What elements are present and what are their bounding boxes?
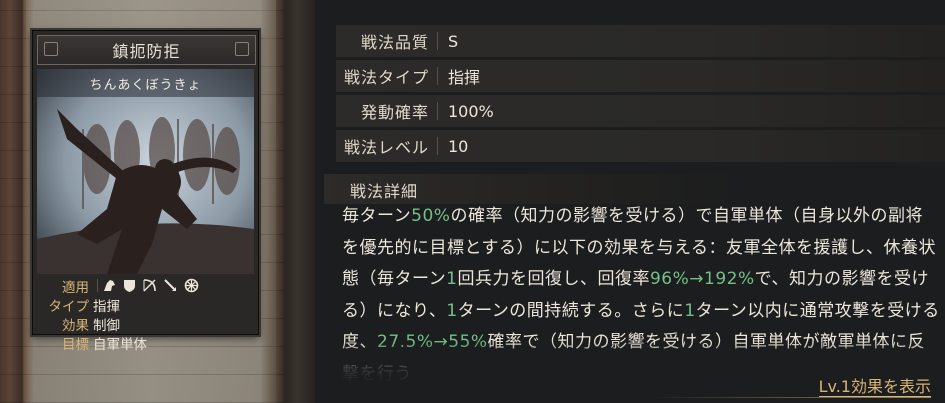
highlighted-value: 50%: [411, 206, 451, 226]
panel-divider: [285, 0, 315, 403]
stat-value: 100%: [448, 101, 494, 121]
stat-label: 戦法タイプ: [343, 68, 429, 87]
info-row-target: 目標 自軍単体: [37, 333, 254, 353]
highlighted-value: 1: [684, 300, 696, 321]
highlighted-value: 1: [446, 300, 458, 321]
info-row-type: タイプ 指揮: [37, 295, 254, 315]
detail-title: 戦法詳細: [350, 182, 419, 201]
card-info: 適用 タイプ 指揮 効果 制御 目標 自軍単体: [37, 276, 254, 353]
shield-icon: [124, 280, 135, 292]
type-value: 指揮: [93, 298, 120, 315]
card-reading: ちんあくぼうきょ: [37, 69, 254, 97]
stat-row-activation-rate: 発動確率 100%: [336, 95, 945, 127]
info-row-equip: 適用: [37, 276, 254, 296]
target-value: 自軍単体: [93, 336, 147, 353]
info-row-effect: 効果 制御: [37, 314, 254, 334]
stat-row-level: 戦法レベル 10: [336, 130, 945, 162]
siege-wheel-icon: [184, 278, 199, 293]
stat-value: S: [448, 31, 459, 51]
link-underline-decoration: [650, 397, 931, 398]
tactic-card: 鎮扼防拒 ちんあくぼうきょ 適用 タイプ 指揮 効果 制御 目標 自軍単体: [32, 30, 259, 353]
type-label: タイプ: [48, 298, 90, 315]
equip-icons: [102, 278, 199, 293]
description-text: 回兵力を回復し、回復率: [457, 269, 650, 289]
stat-row-quality: 戦法品質 S: [336, 25, 945, 57]
stat-label: 発動確率: [360, 103, 429, 122]
target-label: 目標: [62, 336, 89, 353]
equip-label: 適用: [62, 279, 89, 296]
stat-label: 戦法レベル: [343, 138, 429, 157]
tactic-illustration: ちんあくぼうきょ: [37, 69, 254, 274]
stat-row-type: 戦法タイプ 指揮: [336, 60, 945, 92]
title-ornament-icon: [44, 42, 58, 56]
warrior-silhouette-illustration: [37, 69, 254, 274]
stat-label: 戦法品質: [360, 33, 429, 52]
stat-value: 指揮: [448, 68, 481, 87]
description-text: ターンの間持続する。さらに: [457, 300, 685, 321]
stat-value: 10: [448, 136, 469, 156]
bow-icon: [143, 279, 156, 292]
effect-value: 制御: [93, 317, 120, 334]
card-title-bar: 鎮扼防拒: [37, 35, 256, 65]
highlighted-value: 1: [446, 269, 458, 289]
title-ornament-icon: [235, 42, 249, 56]
highlighted-value: 96%→192%: [649, 269, 755, 289]
description-text: 毎ターン: [342, 206, 412, 226]
effect-label: 効果: [62, 317, 89, 334]
spear-icon: [164, 279, 176, 291]
divider: [97, 279, 98, 292]
cavalry-icon: [104, 280, 115, 291]
card-title: 鎮扼防拒: [112, 42, 181, 61]
show-lv1-effect-link[interactable]: Lv.1効果を表示: [818, 378, 931, 397]
